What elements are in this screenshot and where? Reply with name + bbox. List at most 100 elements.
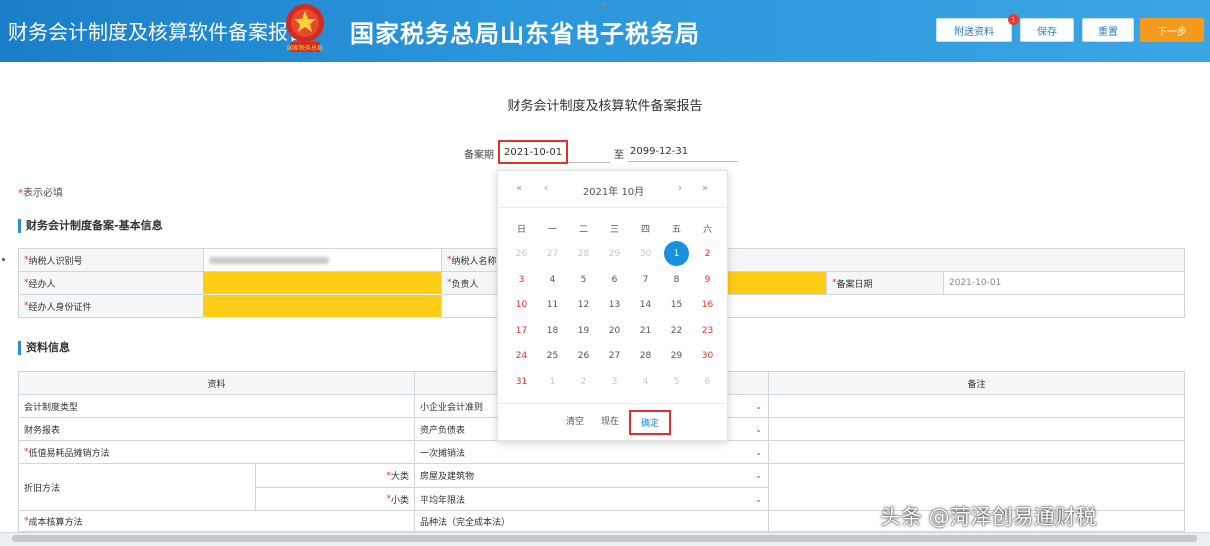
calendar-day[interactable]: 10: [506, 295, 537, 315]
left-marker: [2, 258, 5, 261]
calendar-day[interactable]: 29: [661, 346, 692, 366]
scrollbar-thumb[interactable]: [12, 535, 1197, 542]
calendar-day[interactable]: 4: [537, 270, 568, 290]
calendar-day[interactable]: 23: [692, 321, 723, 341]
calendar-day[interactable]: 13: [599, 295, 630, 315]
svg-text:国家税务总局: 国家税务总局: [287, 44, 323, 52]
weekday-label: 日: [516, 224, 526, 235]
chevron-down-icon: ⌄: [755, 471, 762, 480]
attachments-button[interactable]: 附送资料: [936, 18, 1012, 42]
calendar-day[interactable]: 24: [506, 346, 537, 366]
calendar-day[interactable]: 8: [661, 270, 692, 290]
next-step-button[interactable]: 下一步: [1140, 18, 1204, 42]
calendar-day[interactable]: 17: [506, 321, 537, 341]
amortization-remark[interactable]: [768, 440, 1185, 464]
calendar-day[interactable]: 28: [568, 244, 599, 264]
calendar-day[interactable]: 1: [537, 372, 568, 392]
calendar-day[interactable]: 15: [661, 295, 692, 315]
calendar-day[interactable]: 12: [568, 295, 599, 315]
save-button[interactable]: 保存: [1020, 18, 1074, 42]
taxpayer-id-label: * 纳税人识别号: [18, 248, 204, 272]
weekday-label: 一: [547, 224, 557, 235]
handler-label: * 经办人: [18, 271, 204, 295]
chevron-down-icon: ⌄: [755, 447, 762, 457]
filing-date-value: 2021-10-01: [943, 271, 1185, 295]
calendar-day[interactable]: 26: [568, 346, 599, 366]
period-label: 备案期: [464, 150, 494, 161]
data-header-material: 资料: [18, 371, 415, 395]
calendar-day[interactable]: 31: [506, 372, 537, 392]
calendar-ok-button[interactable]: 确定: [629, 410, 671, 435]
filing-date-label: * 备案日期: [826, 271, 944, 295]
calendar-day[interactable]: 5: [661, 372, 692, 392]
calendar-divider: [498, 207, 729, 208]
next-month-button[interactable]: ›: [678, 183, 682, 194]
taxpayer-id-blurred: [209, 256, 329, 264]
calendar-now-button[interactable]: 现在: [601, 414, 619, 427]
depreciation-small-label: * 小类: [255, 487, 415, 511]
date-picker-popup: « ‹ 2021年 10月 › » 日一二三四五六 26 27 28 29 30 1 2 3 4 5…: [497, 170, 729, 441]
cursor-dot: [601, 3, 605, 7]
cost-method-label: * 成本核算方法: [18, 510, 415, 532]
depreciation-big-select[interactable]: 房屋及建筑物 ⌄: [414, 463, 769, 488]
weekday-label: 二: [578, 224, 588, 235]
calendar-day[interactable]: 22: [661, 321, 692, 341]
calendar-day[interactable]: 18: [537, 321, 568, 341]
calendar-footer-divider: [498, 403, 729, 404]
calendar-day[interactable]: 3: [506, 270, 537, 290]
taxpayer-id-value: [203, 248, 442, 272]
calendar-day[interactable]: 26: [506, 244, 537, 264]
chevron-down-icon: ⌄: [755, 494, 762, 504]
financial-statement-label: 财务报表: [18, 417, 415, 441]
calendar-day-selected[interactable]: 1: [661, 241, 692, 266]
calendar-clear-button[interactable]: 清空: [566, 414, 584, 427]
weekday-label: 四: [640, 224, 650, 235]
calendar-day[interactable]: 4: [630, 372, 661, 392]
calendar-day[interactable]: 30: [630, 244, 661, 264]
handler-id-label: * 经办人身份证件: [18, 294, 204, 318]
next-year-button[interactable]: »: [702, 183, 708, 194]
calendar-day[interactable]: 2: [692, 244, 723, 264]
calendar-day[interactable]: 27: [599, 346, 630, 366]
principal-label: * 负责人: [441, 271, 501, 295]
calendar-day[interactable]: 25: [537, 346, 568, 366]
handler-input[interactable]: [203, 272, 442, 294]
attachments-badge: 1: [1008, 14, 1019, 25]
calendar-day[interactable]: 29: [599, 244, 630, 264]
calendar-day[interactable]: 9: [692, 270, 723, 290]
calendar-day[interactable]: 21: [630, 321, 661, 341]
calendar-day[interactable]: 5: [568, 270, 599, 290]
depreciation-small-select[interactable]: 平均年限法 ⌄: [414, 487, 769, 511]
calendar-day[interactable]: 2: [568, 372, 599, 392]
amortization-select[interactable]: 一次摊销法 ⌄: [414, 440, 769, 464]
calendar-day[interactable]: 6: [599, 270, 630, 290]
calendar-day[interactable]: 3: [599, 372, 630, 392]
accounting-system-remark[interactable]: [768, 394, 1185, 418]
calendar-day[interactable]: 27: [537, 244, 568, 264]
period-start-underline: [568, 162, 610, 163]
calendar-day[interactable]: 28: [630, 346, 661, 366]
handler-id-input[interactable]: [203, 295, 442, 317]
calendar-day[interactable]: 30: [692, 346, 723, 366]
period-end-input[interactable]: 2099-12-31: [628, 146, 738, 162]
principal-input[interactable]: [727, 272, 827, 294]
chevron-down-icon: ⌄: [755, 424, 762, 434]
weekday-label: 六: [702, 224, 712, 235]
data-header-remark: 备注: [768, 371, 1185, 395]
page-title: 财务会计制度及核算软件备案报告: [507, 99, 703, 114]
weekday-label: 五: [671, 224, 681, 235]
calendar-day[interactable]: 16: [692, 295, 723, 315]
reset-button[interactable]: 重置: [1082, 18, 1134, 42]
calendar-day[interactable]: 11: [537, 295, 568, 315]
financial-statement-remark[interactable]: [768, 417, 1185, 441]
depreciation-label: 折旧方法: [18, 463, 256, 511]
cost-method-select[interactable]: 品种法（完全成本法）: [414, 510, 769, 532]
calendar-day[interactable]: 19: [568, 321, 599, 341]
calendar-day[interactable]: 7: [630, 270, 661, 290]
calendar-day[interactable]: 6: [692, 372, 723, 392]
accounting-system-label: 会计制度类型: [18, 394, 415, 418]
period-start-input[interactable]: 2021-10-01: [498, 140, 568, 164]
weekday-label: 三: [609, 224, 619, 235]
calendar-day[interactable]: 20: [599, 321, 630, 341]
calendar-day[interactable]: 14: [630, 295, 661, 315]
